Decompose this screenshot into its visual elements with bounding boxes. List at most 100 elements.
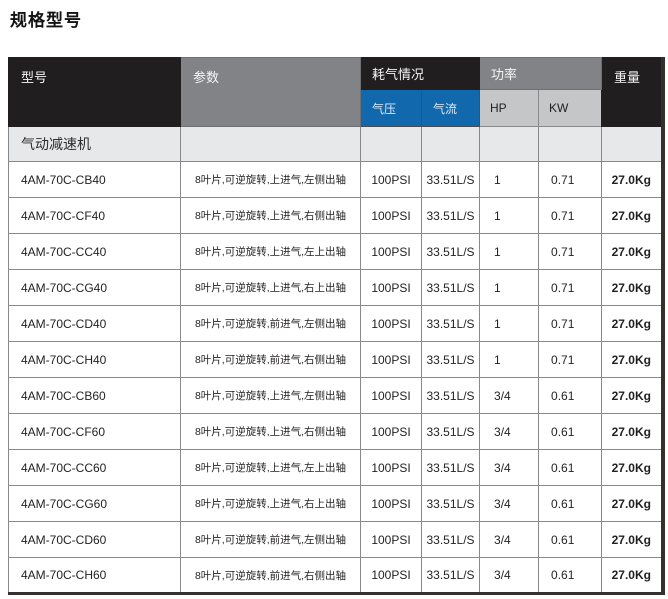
air-pressure-cell: 100PSI [361,378,422,414]
hp-cell: 1 [480,342,539,378]
kw-cell: 0.61 [539,558,602,594]
model-cell: 4AM-70C-CH40 [9,342,181,378]
weight-cell: 27.0Kg [602,342,663,378]
column-header-air-flow: 气流 [422,90,480,127]
params-cell: 8叶片,可逆旋转,上进气,左上出轴 [181,450,361,486]
hp-cell: 3/4 [480,486,539,522]
column-header-power: 功率 [480,58,602,90]
table-body: 气动减速机 4AM-70C-CB40 8叶片,可逆旋转,上进气,左侧出轴 100… [9,127,663,594]
weight-cell: 27.0Kg [602,558,663,594]
params-cell: 8叶片,可逆旋转,前进气,左侧出轴 [181,306,361,342]
weight-cell: 27.0Kg [602,162,663,198]
table-row: 4AM-70C-CB60 8叶片,可逆旋转,上进气,左侧出轴 100PSI 33… [9,378,663,414]
model-cell: 4AM-70C-CD40 [9,306,181,342]
table-row: 4AM-70C-CC40 8叶片,可逆旋转,上进气,左上出轴 100PSI 33… [9,234,663,270]
kw-cell: 0.61 [539,450,602,486]
model-cell: 4AM-70C-CH60 [9,558,181,594]
weight-cell: 27.0Kg [602,414,663,450]
params-cell: 8叶片,可逆旋转,上进气,左上出轴 [181,234,361,270]
hp-cell: 1 [480,270,539,306]
column-header-air-consumption: 耗气情况 [361,58,480,90]
section-empty-cell [361,127,422,162]
air-flow-cell: 33.51L/S [422,558,480,594]
table-row: 4AM-70C-CH40 8叶片,可逆旋转,前进气,右侧出轴 100PSI 33… [9,342,663,378]
params-cell: 8叶片,可逆旋转,前进气,右侧出轴 [181,342,361,378]
model-cell: 4AM-70C-CF40 [9,198,181,234]
kw-cell: 0.61 [539,414,602,450]
column-header-kw: KW [539,90,602,127]
table-row: 4AM-70C-CD40 8叶片,可逆旋转,前进气,左侧出轴 100PSI 33… [9,306,663,342]
hp-cell: 1 [480,162,539,198]
table-row: 4AM-70C-CG60 8叶片,可逆旋转,上进气,右上出轴 100PSI 33… [9,486,663,522]
air-pressure-cell: 100PSI [361,198,422,234]
section-empty-cell [539,127,602,162]
air-pressure-cell: 100PSI [361,414,422,450]
air-pressure-cell: 100PSI [361,270,422,306]
model-cell: 4AM-70C-CC60 [9,450,181,486]
air-flow-cell: 33.51L/S [422,306,480,342]
air-pressure-cell: 100PSI [361,450,422,486]
section-empty-cell [602,127,663,162]
table-row: 4AM-70C-CB40 8叶片,可逆旋转,上进气,左侧出轴 100PSI 33… [9,162,663,198]
model-cell: 4AM-70C-CF60 [9,414,181,450]
air-pressure-cell: 100PSI [361,234,422,270]
kw-cell: 0.71 [539,162,602,198]
air-pressure-cell: 100PSI [361,162,422,198]
params-cell: 8叶片,可逆旋转,上进气,右上出轴 [181,270,361,306]
hp-cell: 3/4 [480,558,539,594]
hp-cell: 1 [480,306,539,342]
air-pressure-cell: 100PSI [361,558,422,594]
table-row: 4AM-70C-CH60 8叶片,可逆旋转,前进气,右侧出轴 100PSI 33… [9,558,663,594]
hp-cell: 3/4 [480,450,539,486]
kw-cell: 0.71 [539,270,602,306]
spec-sheet-page: 规格型号 型号 参数 耗气情况 功率 重量 气压 气流 HP KW [0,0,668,599]
section-empty-cell [181,127,361,162]
column-header-weight: 重量 [602,58,663,127]
table-row: 4AM-70C-CC60 8叶片,可逆旋转,上进气,左上出轴 100PSI 33… [9,450,663,486]
params-cell: 8叶片,可逆旋转,上进气,左侧出轴 [181,162,361,198]
params-cell: 8叶片,可逆旋转,上进气,左侧出轴 [181,378,361,414]
air-pressure-cell: 100PSI [361,522,422,558]
weight-cell: 27.0Kg [602,306,663,342]
column-header-hp: HP [480,90,539,127]
weight-cell: 27.0Kg [602,486,663,522]
page-title: 规格型号 [10,6,82,31]
air-pressure-cell: 100PSI [361,342,422,378]
section-empty-cell [422,127,480,162]
weight-cell: 27.0Kg [602,198,663,234]
kw-cell: 0.61 [539,486,602,522]
air-flow-cell: 33.51L/S [422,198,480,234]
kw-cell: 0.71 [539,306,602,342]
hp-cell: 3/4 [480,522,539,558]
air-flow-cell: 33.51L/S [422,522,480,558]
air-flow-cell: 33.51L/S [422,270,480,306]
weight-cell: 27.0Kg [602,234,663,270]
section-row: 气动减速机 [9,127,663,162]
weight-cell: 27.0Kg [602,522,663,558]
model-cell: 4AM-70C-CB40 [9,162,181,198]
air-flow-cell: 33.51L/S [422,162,480,198]
air-flow-cell: 33.51L/S [422,414,480,450]
model-cell: 4AM-70C-CG40 [9,270,181,306]
params-cell: 8叶片,可逆旋转,上进气,右侧出轴 [181,198,361,234]
table-row: 4AM-70C-CF40 8叶片,可逆旋转,上进气,右侧出轴 100PSI 33… [9,198,663,234]
spec-table: 型号 参数 耗气情况 功率 重量 气压 气流 HP KW 气动减速机 [8,57,665,595]
air-flow-cell: 33.51L/S [422,378,480,414]
air-flow-cell: 33.51L/S [422,486,480,522]
column-header-params: 参数 [181,58,361,127]
kw-cell: 0.71 [539,342,602,378]
hp-cell: 1 [480,198,539,234]
air-flow-cell: 33.51L/S [422,234,480,270]
kw-cell: 0.71 [539,198,602,234]
weight-cell: 27.0Kg [602,270,663,306]
weight-cell: 27.0Kg [602,450,663,486]
section-label: 气动减速机 [9,127,181,162]
column-header-model: 型号 [9,58,181,127]
kw-cell: 0.71 [539,234,602,270]
column-header-air-pressure: 气压 [361,90,422,127]
params-cell: 8叶片,可逆旋转,前进气,右侧出轴 [181,558,361,594]
air-pressure-cell: 100PSI [361,306,422,342]
air-flow-cell: 33.51L/S [422,450,480,486]
air-flow-cell: 33.51L/S [422,342,480,378]
hp-cell: 3/4 [480,378,539,414]
